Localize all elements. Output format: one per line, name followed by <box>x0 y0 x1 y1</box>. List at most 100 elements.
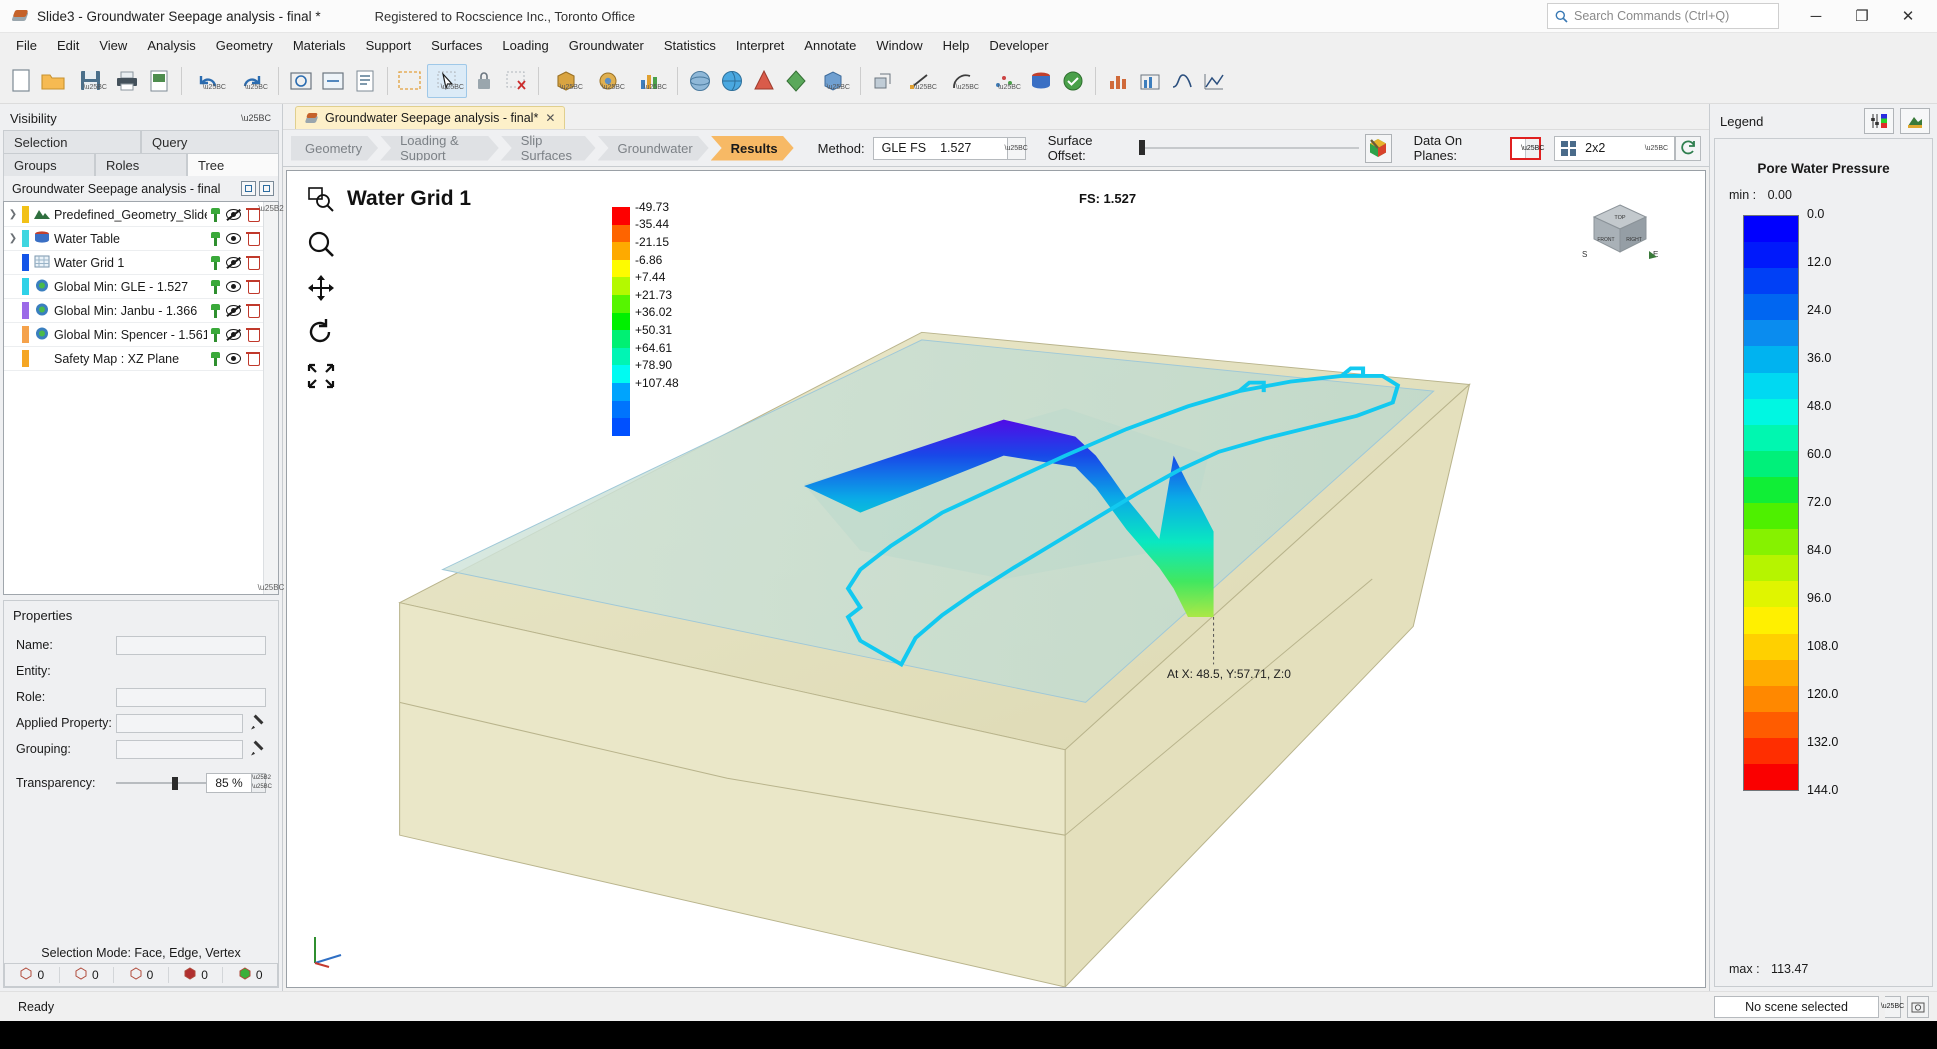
print-preview-button[interactable] <box>144 64 174 98</box>
transparency-value[interactable]: 85 % <box>206 773 252 793</box>
delete-icon[interactable] <box>247 256 259 269</box>
menu-item-materials[interactable]: Materials <box>283 34 356 57</box>
chevron-down-icon[interactable]: \u25BC <box>241 113 271 123</box>
property-input[interactable] <box>116 688 266 707</box>
tree-item[interactable]: Global Min: Spencer - 1.561 <box>4 323 263 347</box>
edit-pencil-icon[interactable] <box>251 716 266 731</box>
stepper-down-icon[interactable]: \u25BC <box>252 783 265 792</box>
workflow-step-results[interactable]: Results <box>711 136 794 161</box>
pyramid-surface-button[interactable] <box>781 64 811 98</box>
lock-selection-button[interactable] <box>469 64 499 98</box>
assign-material-button[interactable]: \u25BC <box>588 64 628 98</box>
workflow-step-groundwater[interactable]: Groundwater <box>598 136 709 161</box>
pin-icon[interactable] <box>211 304 220 318</box>
print-button[interactable] <box>112 64 142 98</box>
undo-button[interactable]: \u25BC <box>189 64 229 98</box>
globe-button[interactable] <box>717 64 747 98</box>
menu-item-interpret[interactable]: Interpret <box>726 34 794 57</box>
new-file-button[interactable] <box>6 64 36 98</box>
document-view-button[interactable] <box>350 64 380 98</box>
extrude-button[interactable] <box>868 64 898 98</box>
tree-item[interactable]: Safety Map : XZ Plane <box>4 347 263 371</box>
select-pointer-button[interactable]: \u25BC <box>427 64 467 98</box>
collapse-all-button[interactable] <box>259 181 274 196</box>
workflow-step-geometry[interactable]: Geometry <box>291 136 378 161</box>
scatter-points-button[interactable]: \u25BC <box>984 64 1024 98</box>
visible-eye-icon[interactable] <box>226 281 241 292</box>
curve-plot-button[interactable] <box>1167 64 1197 98</box>
sphere-surface-button[interactable] <box>685 64 715 98</box>
zoom-window-button[interactable] <box>318 64 348 98</box>
stepper-up-icon[interactable]: \u25B2 <box>252 774 265 783</box>
hidden-eye-icon[interactable] <box>226 209 241 220</box>
menu-item-surfaces[interactable]: Surfaces <box>421 34 492 57</box>
clear-selection-button[interactable] <box>501 64 531 98</box>
open-file-button[interactable] <box>38 64 68 98</box>
chevron-down-icon[interactable]: \u25BC <box>1525 139 1539 158</box>
property-input[interactable] <box>116 636 266 655</box>
menu-item-analysis[interactable]: Analysis <box>137 34 205 57</box>
scene-capture-button[interactable] <box>1907 996 1929 1018</box>
save-button[interactable]: \u25BC <box>70 64 110 98</box>
expand-arrow-icon[interactable]: ❯ <box>4 209 22 220</box>
menu-item-window[interactable]: Window <box>866 34 932 57</box>
box-surface-button[interactable]: \u25BC <box>813 64 853 98</box>
document-tab[interactable]: Groundwater Seepage analysis - final* ✕ <box>295 106 565 129</box>
hidden-eye-icon[interactable] <box>226 257 241 268</box>
tree-item[interactable]: Water Grid 1 <box>4 251 263 275</box>
expand-all-button[interactable] <box>241 181 256 196</box>
material-button[interactable]: \u25BC <box>546 64 586 98</box>
zoom-tool[interactable] <box>305 229 337 259</box>
pin-icon[interactable] <box>211 328 220 342</box>
scene-dropdown-arrow[interactable]: \u25BC <box>1885 996 1901 1018</box>
menu-item-help[interactable]: Help <box>933 34 980 57</box>
tab-roles[interactable]: Roles <box>95 153 187 176</box>
tree-item[interactable]: ❯Water Table <box>4 227 263 251</box>
delete-icon[interactable] <box>247 232 259 245</box>
refresh-button[interactable] <box>1675 136 1701 161</box>
tree-item[interactable]: ❯Predefined_Geometry_Slide2 <box>4 203 263 227</box>
water-table-tool-button[interactable] <box>1026 64 1056 98</box>
tree-scrollbar[interactable]: \u25B2 \u25BC <box>263 202 278 594</box>
tab-groups[interactable]: Groups <box>3 153 95 176</box>
zoom-window-tool[interactable] <box>305 185 337 215</box>
transparency-stepper[interactable]: \u25B2 \u25BC <box>252 773 266 793</box>
menu-item-annotate[interactable]: Annotate <box>794 34 866 57</box>
navigation-cube[interactable]: TOP FRONT RIGHT S E <box>1577 199 1663 271</box>
redo-button[interactable]: \u25BC <box>231 64 271 98</box>
pin-icon[interactable] <box>211 232 220 246</box>
menu-item-groundwater[interactable]: Groundwater <box>559 34 654 57</box>
tree-item[interactable]: Global Min: GLE - 1.527 <box>4 275 263 299</box>
menu-item-developer[interactable]: Developer <box>979 34 1058 57</box>
chart-button[interactable]: \u25BC <box>630 64 670 98</box>
delete-icon[interactable] <box>247 280 259 293</box>
maximize-button[interactable]: ❐ <box>1839 0 1885 32</box>
menu-item-edit[interactable]: Edit <box>47 34 89 57</box>
menu-item-geometry[interactable]: Geometry <box>206 34 283 57</box>
chevron-down-icon[interactable]: \u25BC <box>1645 145 1668 152</box>
zoom-extents-tool[interactable] <box>305 361 337 391</box>
color-cube-button[interactable] <box>1365 134 1392 163</box>
menu-item-loading[interactable]: Loading <box>492 34 558 57</box>
visible-eye-icon[interactable] <box>226 233 241 244</box>
delete-icon[interactable] <box>247 352 259 365</box>
cone-surface-button[interactable] <box>749 64 779 98</box>
transparency-slider[interactable] <box>116 775 206 791</box>
menu-item-file[interactable]: File <box>6 34 47 57</box>
delete-icon[interactable] <box>247 304 259 317</box>
line-plot-button[interactable] <box>1199 64 1229 98</box>
rotate-tool[interactable] <box>305 317 337 347</box>
grid-layout-select[interactable]: 2x2 \u25BC <box>1554 136 1675 161</box>
minimize-button[interactable]: ─ <box>1793 0 1839 32</box>
bar-chart-button[interactable] <box>1103 64 1133 98</box>
pin-icon[interactable] <box>211 208 220 222</box>
method-dropdown-arrow[interactable]: \u25BC <box>1008 137 1026 160</box>
pan-tool[interactable] <box>305 273 337 303</box>
legend-settings-button[interactable] <box>1864 108 1894 134</box>
tab-tree[interactable]: Tree <box>187 153 279 176</box>
menu-item-view[interactable]: View <box>89 34 137 57</box>
hidden-eye-icon[interactable] <box>226 329 241 340</box>
pin-icon[interactable] <box>211 280 220 294</box>
workflow-step-loading-support[interactable]: Loading & Support <box>380 136 499 161</box>
method-select[interactable]: GLE FS 1.527 <box>873 137 1008 160</box>
